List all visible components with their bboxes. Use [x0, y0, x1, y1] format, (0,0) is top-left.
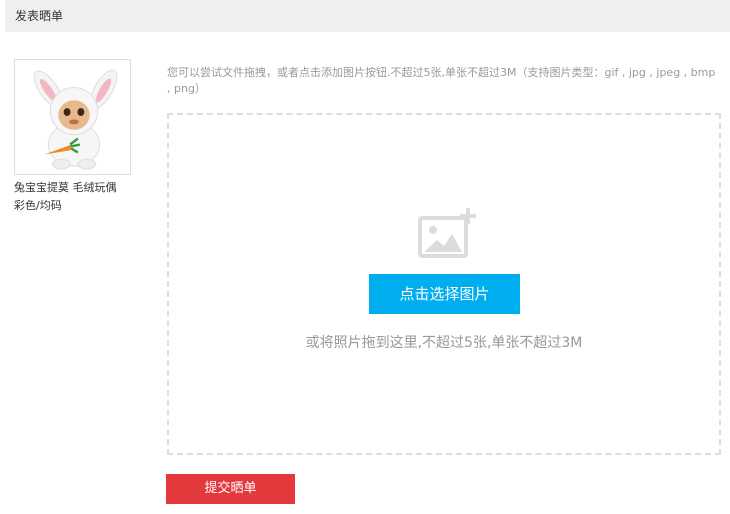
add-image-icon — [418, 208, 476, 258]
drop-hint: 或将照片拖到这里,不超过5张,单张不超过3M — [305, 335, 583, 351]
product-name[interactable]: 兔宝宝提莫 毛绒玩偶 — [14, 180, 117, 196]
submit-review-button[interactable]: 提交晒单 — [166, 474, 295, 504]
plush-bunny-toy-image — [15, 60, 130, 174]
product-image[interactable] — [14, 59, 131, 175]
page-header: 发表晒单 — [5, 0, 730, 32]
product-spec: 彩色/均码 — [14, 199, 62, 212]
image-drop-zone[interactable]: 点击选择图片 或将照片拖到这里,不超过5张,单张不超过3M — [167, 113, 721, 455]
upload-hint: 您可以尝试文件拖拽，或者点击添加图片按钮.不超过5张,单张不超过3M（支持图片类… — [167, 66, 716, 95]
select-image-button[interactable]: 点击选择图片 — [369, 274, 520, 314]
page-title: 发表晒单 — [15, 9, 64, 23]
